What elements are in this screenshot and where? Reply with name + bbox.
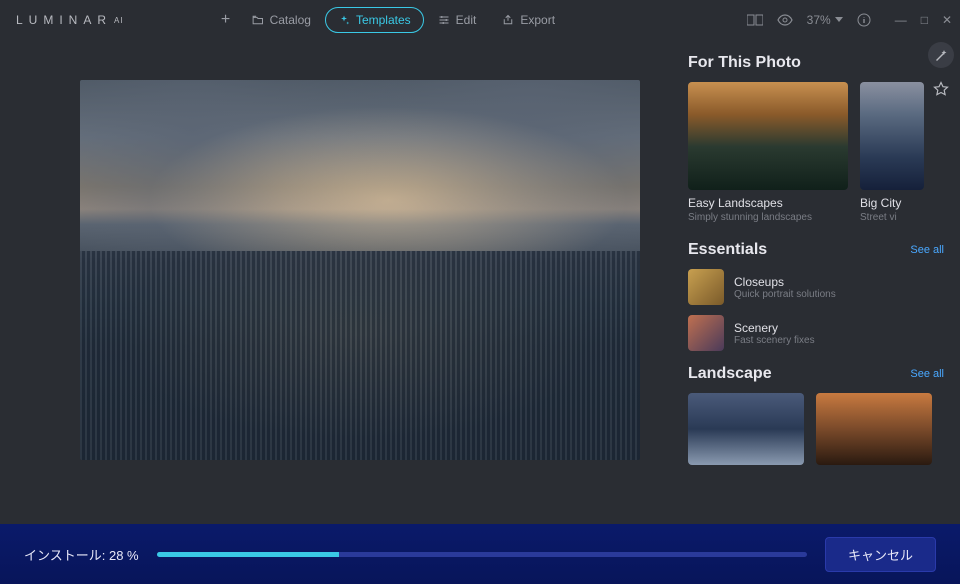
add-button[interactable]: + bbox=[214, 11, 238, 29]
close-button[interactable]: ✕ bbox=[942, 13, 952, 27]
window-controls: — □ ✕ bbox=[895, 13, 952, 27]
essential-thumb bbox=[688, 269, 724, 305]
cancel-button[interactable]: キャンセル bbox=[825, 537, 936, 572]
export-icon bbox=[502, 14, 514, 26]
install-progress-fill bbox=[157, 552, 339, 557]
landscape-row bbox=[688, 393, 944, 465]
essential-title: Closeups bbox=[734, 275, 836, 289]
content-area: For This Photo Easy Landscapes Simply st… bbox=[0, 40, 960, 524]
zoom-text: 37% bbox=[807, 13, 831, 27]
landscape-thumb-1[interactable] bbox=[688, 393, 804, 465]
chevron-down-icon bbox=[835, 17, 843, 23]
template-sub: Street vi bbox=[860, 212, 924, 223]
landscape-title: Landscape bbox=[688, 365, 772, 383]
template-big-city[interactable]: Big City Street vi bbox=[860, 82, 924, 223]
maximize-button[interactable]: □ bbox=[921, 13, 928, 27]
essential-closeups[interactable]: Closeups Quick portrait solutions bbox=[688, 269, 944, 305]
section-header-landscape: Landscape See all bbox=[688, 365, 944, 383]
essential-sub: Quick portrait solutions bbox=[734, 289, 836, 300]
install-percent: 28 % bbox=[109, 548, 139, 563]
nav-catalog-label: Catalog bbox=[270, 13, 311, 27]
zoom-level[interactable]: 37% bbox=[807, 13, 843, 27]
sparkle-icon bbox=[338, 14, 350, 26]
essential-text: Closeups Quick portrait solutions bbox=[734, 275, 836, 300]
templates-panel: For This Photo Easy Landscapes Simply st… bbox=[680, 40, 960, 524]
eye-icon[interactable] bbox=[777, 14, 793, 26]
see-all-essentials[interactable]: See all bbox=[910, 244, 944, 256]
install-bar: インストール: 28 % キャンセル bbox=[0, 524, 960, 584]
essential-title: Scenery bbox=[734, 321, 815, 335]
template-easy-landscapes[interactable]: Easy Landscapes Simply stunning landscap… bbox=[688, 82, 848, 223]
nav-export[interactable]: Export bbox=[490, 8, 567, 32]
nav-edit-label: Edit bbox=[456, 13, 477, 27]
essentials-title: Essentials bbox=[688, 241, 767, 259]
nav-edit[interactable]: Edit bbox=[426, 8, 489, 32]
compare-icon[interactable] bbox=[747, 14, 763, 26]
magic-wand-icon[interactable] bbox=[928, 42, 954, 68]
section-header-essentials: Essentials See all bbox=[688, 241, 944, 259]
nav-catalog[interactable]: Catalog bbox=[240, 8, 323, 32]
folder-icon bbox=[252, 14, 264, 26]
nav-templates[interactable]: Templates bbox=[325, 7, 424, 33]
landscape-thumb-2[interactable] bbox=[816, 393, 932, 465]
install-progress bbox=[157, 552, 807, 557]
essential-thumb bbox=[688, 315, 724, 351]
info-icon[interactable] bbox=[857, 13, 871, 27]
canvas-area bbox=[0, 40, 680, 524]
see-all-landscape[interactable]: See all bbox=[910, 368, 944, 380]
for-this-photo-title: For This Photo bbox=[688, 54, 801, 72]
right-tools: 37% — □ ✕ bbox=[747, 13, 952, 27]
app-logo: LUMINARAI bbox=[8, 13, 124, 27]
template-sub: Simply stunning landscapes bbox=[688, 212, 848, 223]
floating-tools bbox=[928, 42, 954, 102]
main-photo[interactable] bbox=[80, 80, 640, 460]
nav-templates-label: Templates bbox=[356, 13, 411, 27]
main-nav: + Catalog Templates Edit Export bbox=[214, 7, 567, 33]
template-thumb bbox=[860, 82, 924, 190]
template-title: Big City bbox=[860, 196, 924, 210]
titlebar: LUMINARAI + Catalog Templates Edit Expo bbox=[0, 0, 960, 40]
template-title: Easy Landscapes bbox=[688, 196, 848, 210]
essential-scenery[interactable]: Scenery Fast scenery fixes bbox=[688, 315, 944, 351]
favorite-star-icon[interactable] bbox=[928, 76, 954, 102]
install-label: インストール: 28 % bbox=[24, 545, 139, 564]
for-this-photo-row: Easy Landscapes Simply stunning landscap… bbox=[688, 82, 944, 223]
section-header-forthisphoto: For This Photo bbox=[688, 54, 944, 72]
install-prefix: インストール: bbox=[24, 548, 109, 563]
essential-sub: Fast scenery fixes bbox=[734, 335, 815, 346]
sliders-icon bbox=[438, 14, 450, 26]
nav-export-label: Export bbox=[520, 13, 555, 27]
template-thumb bbox=[688, 82, 848, 190]
app-name: LUMINAR bbox=[16, 13, 112, 27]
minimize-button[interactable]: — bbox=[895, 13, 907, 27]
essential-text: Scenery Fast scenery fixes bbox=[734, 321, 815, 346]
app-suffix: AI bbox=[114, 16, 124, 25]
